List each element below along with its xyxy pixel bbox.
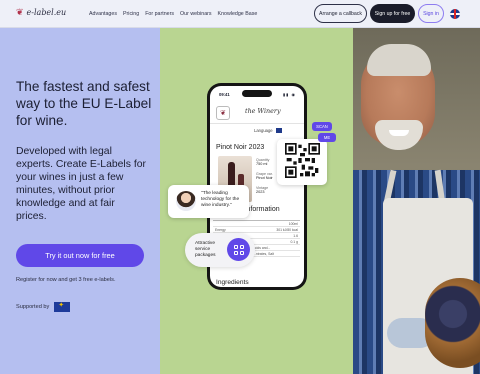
logo-text: e-label.eu — [26, 8, 67, 17]
wine-name: Pinot Noir 2023 — [216, 144, 265, 151]
winery-logo-icon: ❦ — [216, 106, 230, 120]
nav-link-partners[interactable]: For partners — [145, 11, 174, 17]
signal-icon: ▮▮ ◉ — [282, 92, 296, 97]
nav-links: Advantages Pricing For partners Our webi… — [89, 11, 257, 17]
packages-icon — [227, 238, 250, 261]
logo[interactable]: ❦ e-label.eu — [16, 7, 67, 18]
uk-flag-icon[interactable] — [276, 128, 282, 133]
nav-link-webinars[interactable]: Our webinars — [180, 11, 212, 17]
service-packages-bubble: Attractive service packages — [185, 233, 255, 267]
eu-flag-icon — [54, 301, 71, 312]
me-badge: ME — [318, 133, 336, 142]
service-text: Attractive service packages — [195, 241, 216, 258]
information-heading: information — [245, 206, 280, 213]
testimonial-text: "The leading technology for the wine ind… — [201, 191, 240, 208]
nav-link-knowledge-base[interactable]: Knowledge Base — [218, 11, 258, 17]
hero-photo — [353, 28, 480, 374]
nav-link-pricing[interactable]: Pricing — [123, 11, 139, 17]
qr-card — [277, 139, 327, 185]
winery-name: the Winery — [245, 107, 281, 115]
avatar — [176, 191, 196, 211]
register-note: Register for now and get 3 free e-labels… — [16, 277, 116, 283]
spec-value: 750 ml — [256, 162, 268, 166]
grape-basket — [425, 278, 480, 368]
top-nav: ❦ e-label.eu Advantages Pricing For part… — [0, 0, 480, 28]
hero-subtext: Developed with legal experts. Create E-L… — [16, 146, 146, 223]
ingredients-heading: Ingredients — [216, 279, 249, 286]
signin-button[interactable]: Sign in — [418, 4, 444, 23]
try-free-button[interactable]: Try it out now for free — [16, 244, 144, 267]
signup-button[interactable]: Sign up for free — [370, 4, 415, 23]
spec-value: Pinot Noir — [256, 176, 273, 180]
nav-link-advantages[interactable]: Advantages — [89, 11, 117, 17]
language-label: Language — [254, 128, 273, 133]
supported-by-label: Supported by — [16, 304, 50, 310]
testimonial-bubble: "The leading technology for the wine ind… — [168, 185, 249, 218]
scan-badge: SCAN — [312, 122, 332, 131]
grape-icon: ❦ — [16, 7, 24, 17]
status-time: 09:41 — [219, 92, 230, 97]
supported-by: Supported by — [16, 301, 71, 312]
hero-headline: The fastest and safest way to the EU E-L… — [16, 79, 152, 129]
uk-flag-icon[interactable] — [450, 9, 460, 19]
spec-value: 2023 — [256, 190, 265, 194]
qr-code-icon — [285, 143, 320, 178]
callback-button[interactable]: Arrange a callback — [314, 4, 367, 23]
